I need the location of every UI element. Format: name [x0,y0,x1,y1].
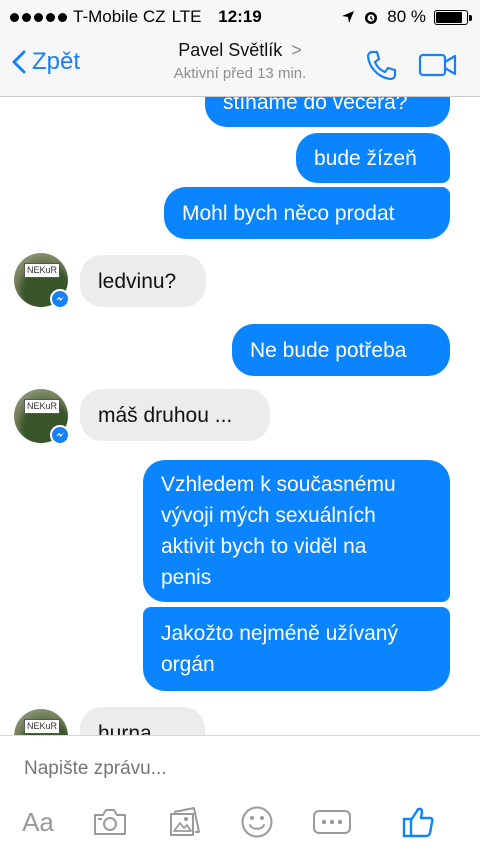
message-text: Ne bude potřeba [250,338,407,362]
message-input[interactable] [24,758,444,780]
emoji-button[interactable] [237,802,277,842]
avatar[interactable]: NEKuR [14,253,70,309]
message-bubble-incoming: ledvinu? [80,255,206,307]
call-button[interactable] [364,48,398,87]
battery-percent: 80 % [387,7,426,26]
like-button[interactable] [398,802,438,842]
message-text: bude žízeň [314,146,417,170]
message-bubble-outgoing: Mohl bych něco prodat [164,187,450,239]
chevron-right-icon: > [291,40,302,60]
message-line: Vzhledem k současnému [161,473,396,496]
gallery-icon [170,807,200,836]
alarm-icon [365,12,378,24]
phone-icon [366,50,397,81]
message-line: vývoji mých sexuálních [161,504,376,527]
avatar[interactable]: NEKuR [14,709,68,735]
network-type: LTE [171,7,202,26]
message-bubble-incoming: máš druhou ... [80,389,270,441]
message-text: Mohl bych něco prodat [182,201,395,225]
message-text: ledvinu? [98,269,177,293]
message-line: orgán [161,653,215,676]
more-button[interactable] [310,802,354,842]
camera-button[interactable] [90,802,130,842]
message-bubble-outgoing: stíháme do večera? [205,97,450,127]
avatar-sign: NEKuR [24,719,60,734]
carrier: T-Mobile CZ [73,7,166,26]
avatar-sign: NEKuR [24,263,60,278]
message-text: máš druhou ... [98,403,233,427]
like-icon [402,807,434,838]
signal-icon [10,12,67,22]
message-bubble-outgoing: Jakožto nejméně užívaný orgán [143,607,450,691]
message-line: aktivit bych to viděl na [161,535,367,558]
text-format-button[interactable]: Aa [18,802,58,842]
message-bubble-outgoing: Vzhledem k současnému vývoji mých sexuál… [143,460,450,602]
messenger-badge-icon [50,425,70,445]
battery-fill [436,11,462,23]
video-call-button[interactable] [418,52,458,83]
location-arrow-icon [342,11,355,23]
composer-toolbar: Aa [0,802,480,846]
message-bubble-outgoing: Ne bude potřeba [232,324,450,376]
contact-status: Aktivní před 13 min. [173,65,307,82]
more-icon [313,810,351,834]
status-bar: T-Mobile CZ LTE 12:19 80 % [0,0,480,34]
nav-bar: Zpět Pavel Světlík > Aktivní před 13 min… [0,34,480,97]
avatar-sign: NEKuR [24,399,60,414]
messenger-badge-icon [50,289,70,309]
message-bubble-outgoing: bude žízeň [296,133,450,183]
message-text: stíháme do večera? [223,97,408,114]
emoji-icon [241,806,273,838]
contact-header[interactable]: Pavel Světlík > Aktivní před 13 min. [0,40,480,82]
message-text: hurna [98,721,152,736]
avatar[interactable]: NEKuR [14,389,70,445]
contact-name: Pavel Světlík [178,40,283,60]
status-right: 80 % [341,7,472,27]
gallery-button[interactable] [165,802,205,842]
message-line: Jakožto nejméně užívaný [161,622,398,645]
video-camera-icon [418,53,457,77]
camera-icon [94,809,126,835]
message-list[interactable]: stíháme do večera? bude žízeň Mohl bych … [0,97,480,735]
battery-icon [434,9,472,25]
message-bubble-incoming: hurna [80,707,205,735]
contact-name-row: Pavel Světlík > [0,40,480,61]
message-line: penis [161,566,212,589]
composer: Aa [0,735,480,855]
status-left: T-Mobile CZ LTE [10,7,202,27]
